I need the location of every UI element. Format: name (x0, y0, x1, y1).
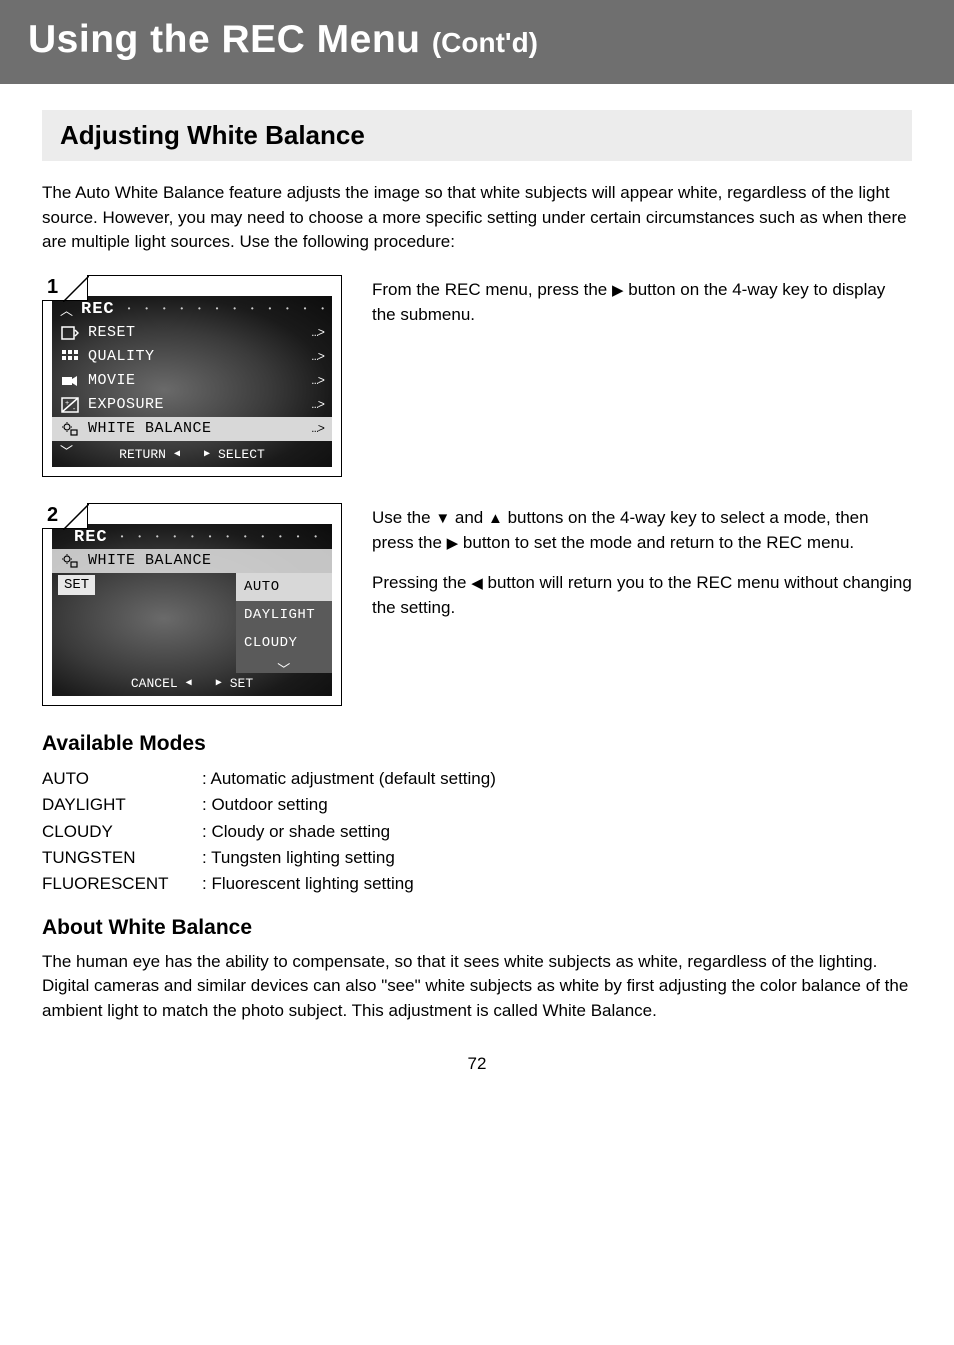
lcd-screen-1: ︿ REC • • • • • • • • • • • • • RESET …>… (52, 296, 332, 467)
menu-row-exposure: +- EXPOSURE …> (52, 393, 332, 417)
option-daylight: DAYLIGHT (236, 601, 332, 629)
options-list: AUTO DAYLIGHT CLOUDY ﹀ (236, 573, 332, 673)
dots-icon: • • • • • • • • • • • • • (120, 533, 324, 542)
step-2-text: Use the ▼ and ▲ buttons on the 4-way key… (372, 503, 912, 635)
triangle-right-icon: ▶ (447, 533, 459, 556)
screen2-title: REC (74, 528, 108, 547)
white-balance-icon (60, 420, 80, 438)
triangle-right-icon: ▶ (204, 448, 210, 460)
triangle-left-icon: ◀ (174, 448, 180, 460)
exposure-icon: +- (60, 396, 80, 414)
lcd-screen-2: REC • • • • • • • • • • • • • WHITE BALA… (52, 524, 332, 696)
about-heading: About White Balance (42, 916, 912, 940)
mode-row: TUNGSTEN: Tungsten lighting setting (42, 845, 912, 871)
page-number: 72 (42, 1054, 912, 1074)
footer-select: SELECT (218, 447, 265, 462)
available-modes-table: AUTO: Automatic adjustment (default sett… (42, 766, 912, 898)
chevron-right-icon: …> (312, 350, 324, 364)
about-text: The human eye has the ability to compens… (42, 950, 912, 1024)
step-1-text: From the REC menu, press the ▶ button on… (372, 275, 912, 342)
option-cloudy: CLOUDY (236, 629, 332, 657)
mode-row: FLUORESCENT: Fluorescent lighting settin… (42, 871, 912, 897)
step-1-number: 1 (47, 276, 58, 299)
triangle-right-icon: ▶ (216, 677, 222, 689)
quality-icon (60, 348, 80, 366)
footer-cancel: CANCEL (131, 676, 178, 691)
screen1-title: REC (81, 300, 115, 319)
svg-text:-: - (72, 406, 76, 413)
footer-return: RETURN (119, 447, 166, 462)
set-label: SET (58, 575, 95, 595)
step-1-row: 1 ︿ REC • • • • • • • • • • • • • RESET … (42, 275, 912, 477)
mode-row: AUTO: Automatic adjustment (default sett… (42, 766, 912, 792)
movie-icon (60, 372, 80, 390)
chevron-right-icon: …> (312, 398, 324, 412)
step-1-figure: 1 ︿ REC • • • • • • • • • • • • • RESET … (42, 275, 342, 477)
triangle-right-icon: ▶ (612, 280, 624, 303)
page-content: Adjusting White Balance The Auto White B… (0, 84, 954, 1114)
triangle-left-icon: ◀ (471, 573, 483, 596)
page-title-bar: Using the REC Menu (Cont'd) (0, 0, 954, 84)
menu-row-movie: MOVIE …> (52, 369, 332, 393)
chevron-right-icon: …> (312, 326, 324, 340)
chevron-right-icon: …> (312, 422, 324, 436)
available-modes-heading: Available Modes (42, 732, 912, 756)
white-balance-icon (60, 552, 80, 570)
chevron-right-icon: …> (312, 374, 324, 388)
mode-row: CLOUDY: Cloudy or shade setting (42, 819, 912, 845)
reset-icon (60, 324, 80, 342)
triangle-left-icon: ◀ (186, 677, 192, 689)
menu-row-reset: RESET …> (52, 321, 332, 345)
page-title-sub: (Cont'd) (432, 27, 538, 58)
section-heading: Adjusting White Balance (42, 110, 912, 161)
dots-icon: • • • • • • • • • • • • • (127, 305, 324, 314)
step-2-row: 2 REC • • • • • • • • • • • • • WHITE BA… (42, 503, 912, 706)
svg-text:+: + (65, 400, 69, 408)
menu-row-quality: QUALITY …> (52, 345, 332, 369)
mode-row: DAYLIGHT: Outdoor setting (42, 792, 912, 818)
triangle-up-icon: ▲ (488, 508, 503, 531)
menu-row-white-balance: WHITE BALANCE …> (52, 417, 332, 441)
menu-row-white-balance: WHITE BALANCE (52, 549, 332, 573)
step-2-number: 2 (47, 504, 58, 527)
step-2-figure: 2 REC • • • • • • • • • • • • • WHITE BA… (42, 503, 342, 706)
page: Using the REC Menu (Cont'd) Adjusting Wh… (0, 0, 954, 1114)
triangle-down-icon: ▼ (435, 508, 450, 531)
intro-text: The Auto White Balance feature adjusts t… (42, 181, 912, 255)
option-auto: AUTO (236, 573, 332, 601)
down-icon: ﹀ (236, 657, 332, 682)
page-title-main: Using the REC Menu (28, 18, 432, 61)
up-icon: ︿ (60, 300, 73, 319)
